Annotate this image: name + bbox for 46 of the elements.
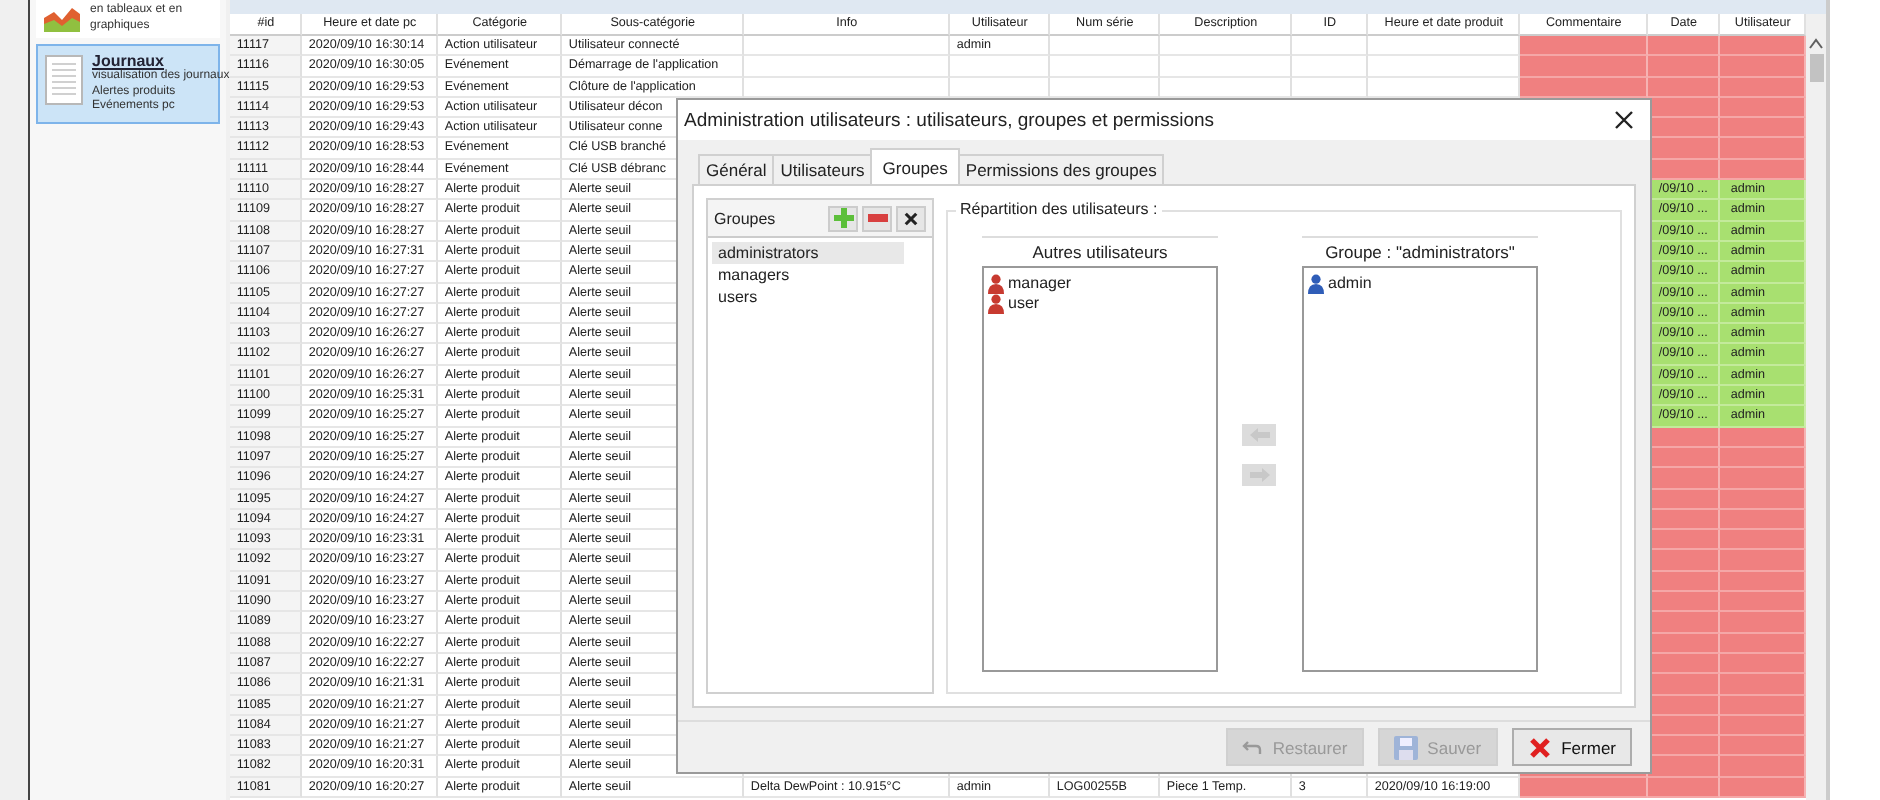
minus-icon [867,214,887,222]
document-icon [44,54,84,106]
highlighted-cell [1648,756,1721,778]
empty-cell [1160,56,1293,78]
highlighted-cell [1648,530,1721,551]
tab[interactable]: Groupes [870,148,960,184]
highlighted-cell [1520,36,1649,57]
close-icon [1527,735,1552,759]
scroll-up-icon[interactable] [1808,38,1825,50]
empty-cell [1292,36,1369,57]
tab[interactable]: Permissions des groupes [957,154,1165,184]
tab[interactable]: Général [698,154,775,184]
arrow-left-icon [1249,427,1269,441]
close-button[interactable]: Fermer [1511,728,1632,766]
distribution-title: Répartition des utilisateurs : [956,200,1162,218]
empty-cell [1160,36,1293,57]
user-name[interactable]: manager [1008,274,1072,294]
undo-icon [1242,739,1263,755]
highlighted-cell [1648,592,1721,613]
empty-cell [950,56,1051,78]
add-button[interactable] [828,205,858,231]
close-icon [1614,110,1634,130]
chart-icon [42,6,82,34]
highlighted-cell [1520,56,1649,78]
delete-button[interactable] [896,205,926,231]
remove-button[interactable] [862,205,892,231]
highlighted-cell [1648,612,1721,634]
sidebar-item-title: Journaux [92,52,165,70]
highlighted-cell [1648,674,1721,695]
highlighted-cell [1648,56,1721,78]
plus-icon [833,208,853,228]
close-icon [904,211,918,225]
user-icon [1308,274,1324,294]
arrow-right-icon [1249,467,1269,481]
close-button[interactable] [1610,106,1638,134]
group-item[interactable]: administrators [712,242,904,264]
highlighted-cell [1648,736,1721,757]
empty-cell [1292,56,1369,78]
highlighted-cell [1648,550,1721,572]
empty-cell [1050,36,1161,57]
user-name[interactable]: user [1008,294,1040,314]
highlighted-cell [1648,36,1721,57]
user-name[interactable]: admin [1328,274,1372,294]
scrollbar-thumb[interactable] [1809,54,1824,82]
highlighted-cell [1648,468,1721,490]
empty-cell [1050,56,1161,78]
